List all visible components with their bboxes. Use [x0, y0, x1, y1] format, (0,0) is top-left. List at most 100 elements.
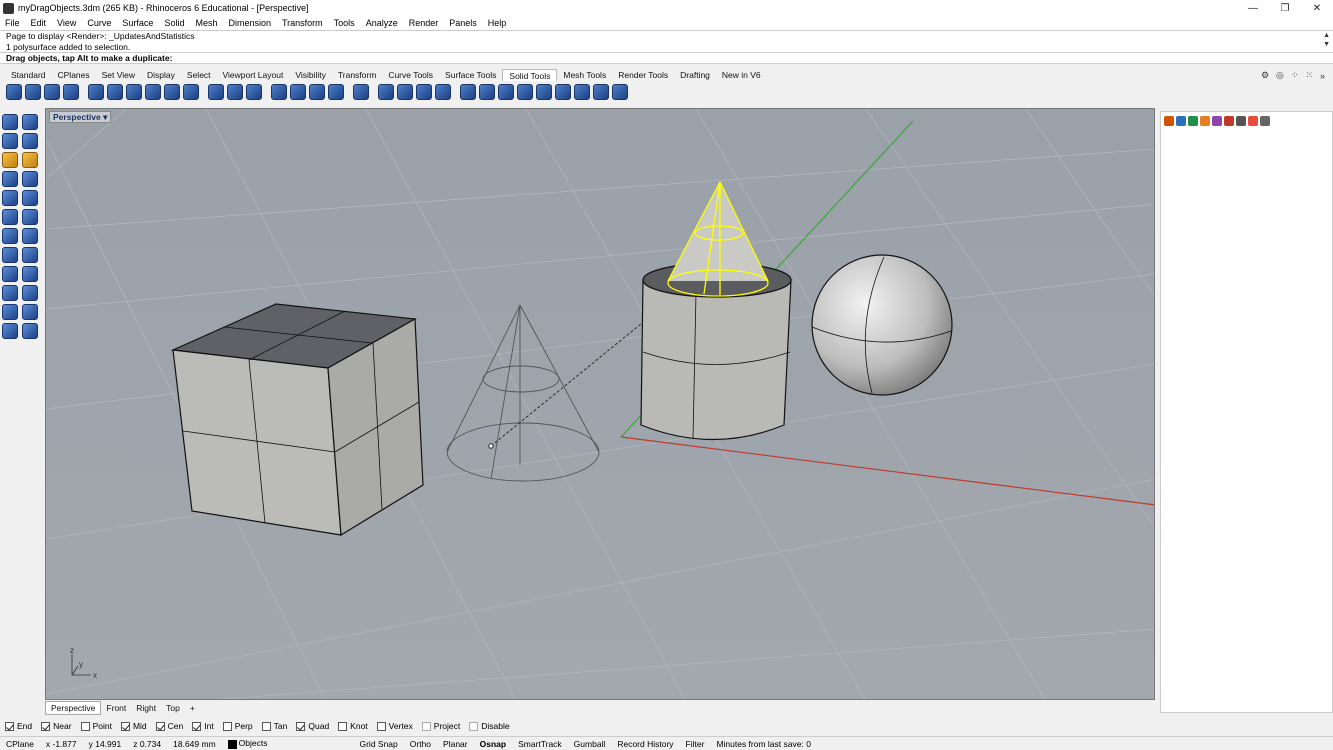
selected-cone-object[interactable]	[667, 181, 769, 297]
osnap-toggle[interactable]: Osnap	[474, 739, 512, 749]
extrude-icon[interactable]	[2, 304, 18, 320]
osnap-knot[interactable]: Knot	[338, 721, 368, 731]
menu-dimension[interactable]: Dimension	[228, 18, 271, 28]
tab-right[interactable]: Right	[131, 702, 161, 714]
move-face-icon[interactable]	[227, 84, 243, 100]
checkbox-icon[interactable]	[338, 721, 348, 731]
extrude-face-icon[interactable]	[208, 84, 224, 100]
perspective-viewport[interactable]: z y x Perspective ▾	[45, 108, 1155, 700]
boolean-split-icon[interactable]	[63, 84, 79, 100]
osnap-disable[interactable]: Disable	[469, 721, 510, 731]
textures-icon[interactable]	[1224, 116, 1234, 126]
close-button[interactable]: ✕	[1301, 0, 1333, 16]
delete-face-icon[interactable]	[593, 84, 609, 100]
array-hole-icon[interactable]	[435, 84, 451, 100]
osnap-tan[interactable]: Tan	[261, 721, 287, 731]
tab-render-tools[interactable]: Render Tools	[612, 69, 674, 81]
checkbox-icon[interactable]	[376, 721, 386, 731]
curve-icon[interactable]	[22, 133, 38, 149]
tab-set-view[interactable]: Set View	[96, 69, 141, 81]
tab-display[interactable]: Display	[141, 69, 181, 81]
checkbox-icon[interactable]	[41, 721, 51, 731]
place-hole-icon[interactable]	[378, 84, 394, 100]
make-hole-icon[interactable]	[353, 84, 369, 100]
osnap-project[interactable]: Project	[421, 721, 460, 731]
ortho-toggle[interactable]: Ortho	[404, 739, 437, 749]
tab-surface-tools[interactable]: Surface Tools	[439, 69, 502, 81]
gumball-toggle[interactable]: Gumball	[568, 739, 612, 749]
menu-render[interactable]: Render	[409, 18, 439, 28]
tab-transform[interactable]: Transform	[332, 69, 382, 81]
osnap-icon[interactable]: ◎	[1276, 70, 1284, 81]
offset-surface-icon[interactable]	[536, 84, 552, 100]
minimize-button[interactable]: —	[1237, 0, 1269, 16]
blend-edge-icon[interactable]	[126, 84, 142, 100]
menu-mesh[interactable]: Mesh	[195, 18, 217, 28]
box-icon[interactable]	[2, 171, 18, 187]
tab-standard[interactable]: Standard	[5, 69, 52, 81]
solid-edit-icon[interactable]	[22, 323, 38, 339]
cplane-label[interactable]: CPlane	[0, 739, 40, 749]
move-face-to-boundary-icon[interactable]	[246, 84, 262, 100]
fillet-edge-icon[interactable]	[88, 84, 104, 100]
text-object-icon[interactable]	[2, 323, 18, 339]
checkbox-icon[interactable]	[421, 721, 431, 731]
cone-icon[interactable]	[2, 228, 18, 244]
gear-icon[interactable]: ⚙	[1261, 70, 1269, 81]
extract-tools-icon[interactable]	[612, 84, 628, 100]
shell-icon[interactable]	[145, 84, 161, 100]
wire-cut-icon[interactable]	[271, 84, 287, 100]
checkbox-icon[interactable]	[296, 721, 306, 731]
grid-icon[interactable]: ⁙	[1305, 70, 1313, 81]
unlock-solid-icon[interactable]	[460, 84, 476, 100]
checkbox-icon[interactable]	[261, 721, 271, 731]
rotate-hole-icon[interactable]	[416, 84, 432, 100]
more-icon[interactable]: »	[1320, 71, 1325, 81]
chevron-down-icon[interactable]: ▾	[103, 112, 107, 122]
named-views-icon[interactable]	[1236, 116, 1246, 126]
filter-toggle[interactable]: Filter	[680, 739, 711, 749]
checkbox-icon[interactable]	[80, 721, 90, 731]
slab-icon[interactable]	[22, 304, 38, 320]
split-edge-icon[interactable]	[309, 84, 325, 100]
create-solid-icon[interactable]	[498, 84, 514, 100]
cylinder-icon[interactable]	[2, 266, 18, 282]
add-viewport-icon[interactable]: +	[185, 702, 200, 714]
menu-solid[interactable]: Solid	[164, 18, 184, 28]
cap-planar-holes-icon[interactable]	[164, 84, 180, 100]
menu-transform[interactable]: Transform	[282, 18, 323, 28]
osnap-mid[interactable]: Mid	[120, 721, 147, 731]
polyline-icon[interactable]	[2, 133, 18, 149]
osnap-near[interactable]: Near	[41, 721, 72, 731]
planar-toggle[interactable]: Planar	[437, 739, 474, 749]
osnap-end[interactable]: End	[5, 721, 32, 731]
ellipsoid-icon[interactable]	[2, 209, 18, 225]
render-icon[interactable]	[1248, 116, 1258, 126]
properties-icon[interactable]	[1164, 116, 1174, 126]
tab-drafting[interactable]: Drafting	[674, 69, 716, 81]
point-icon[interactable]	[22, 114, 38, 130]
history-scroll[interactable]: ▲ ▼	[1323, 31, 1330, 49]
menu-curve[interactable]: Curve	[87, 18, 111, 28]
boolean-intersection-icon[interactable]	[44, 84, 60, 100]
paraboloid-icon[interactable]	[22, 209, 38, 225]
extract-wireframe-icon[interactable]	[517, 84, 533, 100]
box-corner-icon[interactable]	[22, 171, 38, 187]
menu-surface[interactable]: Surface	[122, 18, 153, 28]
osnap-int[interactable]: Int	[192, 721, 214, 731]
menu-tools[interactable]: Tools	[334, 18, 355, 28]
menu-file[interactable]: File	[5, 18, 20, 28]
pyramid-icon[interactable]	[2, 247, 18, 263]
points-icon[interactable]: ⁘	[1291, 70, 1299, 81]
move-hole-icon[interactable]	[397, 84, 413, 100]
tab-front[interactable]: Front	[101, 702, 131, 714]
truncated-pyramid-icon[interactable]	[22, 247, 38, 263]
menu-edit[interactable]: Edit	[31, 18, 47, 28]
checkbox-icon[interactable]	[120, 721, 130, 731]
menu-panels[interactable]: Panels	[449, 18, 477, 28]
checkbox-icon[interactable]	[469, 721, 479, 731]
chamfer-edge-icon[interactable]	[107, 84, 123, 100]
osnap-quad[interactable]: Quad	[296, 721, 329, 731]
osnap-vertex[interactable]: Vertex	[376, 721, 413, 731]
grid-mesh-icon[interactable]	[555, 84, 571, 100]
